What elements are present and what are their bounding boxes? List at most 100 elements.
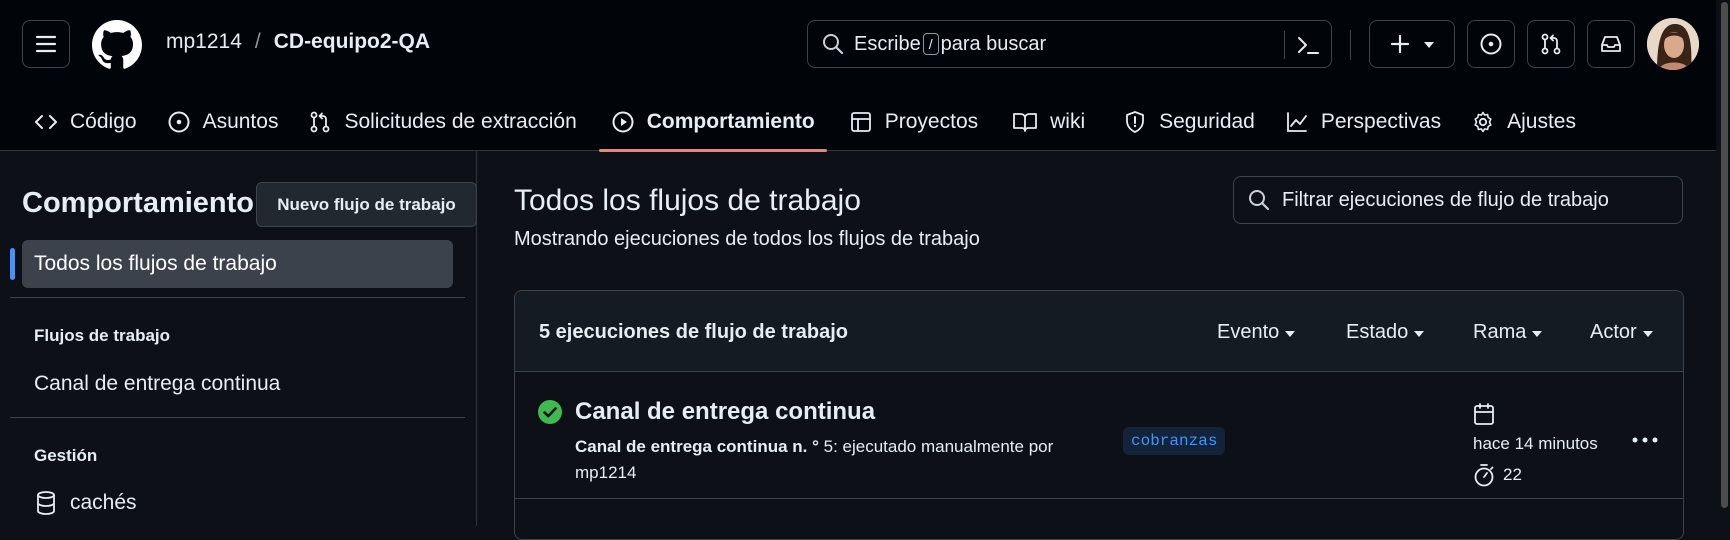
tab-label: wiki [1050,109,1086,133]
run-title-link[interactable]: Canal de entrega continua [575,398,875,426]
filter-branch-dropdown[interactable]: Rama [1473,321,1543,344]
code-icon [35,114,57,129]
duration-value: 22 [1503,465,1522,484]
search-shortcut-key: / [922,33,939,55]
tab-label: Proyectos [884,109,979,133]
tab-settings[interactable]: Ajustes [1459,92,1588,151]
workflow-run-row[interactable]: Canal de entrega continua Canal de entre… [515,372,1683,499]
tab-code[interactable]: Código [22,92,149,151]
create-new-button[interactable] [1369,20,1455,68]
stopwatch-icon [1474,464,1494,487]
plus-icon [1390,34,1410,54]
issue-opened-icon [168,111,190,132]
tab-label: Asuntos [202,109,279,133]
inbox-icon [1601,36,1621,52]
filter-runs-input[interactable]: Filtrar ejecuciones de flujo de trabajo [1233,176,1683,224]
tab-label: Ajustes [1507,109,1576,133]
page-title: Todos los flujos de trabajo [514,184,861,217]
selected-indicator [10,248,15,280]
issues-button[interactable] [1467,20,1515,68]
git-pull-request-icon [1541,33,1561,55]
tab-label: Solicitudes de extracción [344,109,577,133]
header-divider [1350,30,1351,60]
dropdown-label: Actor [1590,321,1637,343]
workflow-runs-list: 5 ejecuciones de flujo de trabajo Evento… [514,290,1684,540]
dropdown-label: Rama [1473,321,1527,343]
search-icon [822,33,844,55]
chevron-down-icon [1532,330,1543,337]
command-palette-icon[interactable] [1296,33,1320,57]
shield-icon [1126,110,1145,133]
owner-link[interactable]: mp1214 [166,30,242,54]
database-icon [37,491,55,515]
tab-security[interactable]: Seguridad [1111,92,1267,151]
search-input[interactable]: Escribe / para buscar [807,20,1332,68]
tab-projects[interactable]: Proyectos [837,92,990,151]
pull-requests-button[interactable] [1527,20,1575,68]
filter-event-dropdown[interactable]: Evento [1217,321,1296,344]
run-number: Canal de entrega continua n. ° [575,437,819,456]
tab-actions[interactable]: Comportamiento [598,92,827,152]
kebab-horizontal-icon [1632,437,1658,443]
avatar[interactable] [1647,18,1699,70]
repo-link[interactable]: CD-equipo2-QA [274,30,430,54]
tab-issues[interactable]: Asuntos [155,92,291,151]
search-icon [1248,189,1270,211]
issue-opened-icon [1480,33,1502,55]
menu-button[interactable] [22,20,70,68]
page-subtitle: Mostrando ejecuciones de todos los flujo… [514,228,980,250]
run-description: Canal de entrega continua n. ° 5: ejecut… [575,434,1095,486]
check-circle-fill-icon [537,399,563,425]
git-pull-request-icon [311,111,330,132]
play-icon [612,111,634,132]
chevron-down-icon [1414,330,1425,337]
inbox-button[interactable] [1587,20,1635,68]
tab-label: Perspectivas [1320,109,1442,133]
chevron-down-icon [1642,330,1653,337]
chevron-down-icon [1424,42,1434,48]
caches-label: cachés [70,491,137,514]
sidebar-item-all-workflows[interactable]: Todos los flujos de trabajo [22,240,453,288]
management-heading: Gestión [34,446,98,465]
tab-label: Código [70,109,137,133]
sidebar-divider [10,417,465,418]
scrollbar-thumb[interactable] [1721,2,1728,508]
sidebar-title: Comportamiento [22,187,254,219]
branch-badge[interactable]: cobranzas [1123,427,1226,455]
gear-icon [1474,111,1492,132]
sidebar-divider [10,297,465,298]
hamburger-icon [35,35,57,53]
tab-label: Comportamiento [646,109,815,133]
github-logo-icon[interactable] [92,20,142,70]
global-header: mp1214 / CD-equipo2-QA Escribe / para bu… [0,0,1730,152]
filter-actor-dropdown[interactable]: Actor [1590,321,1653,344]
dropdown-label: Estado [1346,321,1409,343]
workflows-heading: Flujos de trabajo [34,326,171,345]
tab-label: Seguridad [1159,109,1255,133]
sidebar-item-caches[interactable]: cachés [34,490,137,516]
dropdown-label: Evento [1217,321,1280,343]
search-placeholder-suffix: para buscar [940,32,1047,55]
sidebar-item-workflow[interactable]: Canal de entrega continua [34,372,280,396]
filter-status-dropdown[interactable]: Estado [1346,321,1425,344]
tab-insights[interactable]: Perspectivas [1273,92,1453,151]
run-duration: 22 [1473,463,1522,487]
search-divider [1284,31,1285,59]
tab-wiki[interactable]: wiki [1000,92,1097,151]
search-placeholder-prefix: Escribe [854,32,921,55]
run-timestamp: hace 14 minutos [1473,434,1598,453]
table-icon [850,111,871,132]
workflow-label: Canal de entrega continua [34,372,281,395]
calendar-icon [1473,402,1495,426]
breadcrumb: mp1214 / CD-equipo2-QA [166,30,430,54]
runs-list-header: 5 ejecuciones de flujo de trabajo Evento… [515,291,1683,372]
book-icon [1013,112,1038,132]
new-workflow-button[interactable]: Nuevo flujo de trabajo [256,182,477,227]
graph-icon [1286,111,1307,132]
breadcrumb-separator: / [254,30,261,53]
actions-sidebar: Comportamiento Nuevo flujo de trabajo To… [0,151,477,526]
repo-nav-tabs: Código Asuntos Solicitudes de extracción… [0,92,1588,152]
filter-placeholder: Filtrar ejecuciones de flujo de trabajo [1282,188,1609,211]
run-menu-button[interactable] [1627,422,1663,458]
tab-pull-requests[interactable]: Solicitudes de extracción [296,92,588,151]
